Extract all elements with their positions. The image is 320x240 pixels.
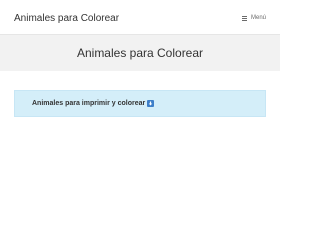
print-color-link[interactable]: Animales para imprimir y colorear (32, 99, 155, 109)
menu-label: Menú (250, 15, 266, 21)
down-arrow-icon (147, 100, 155, 107)
menu-button[interactable]: Menú (241, 14, 266, 22)
page-header: Animales para Colorear (0, 35, 280, 71)
site-title[interactable]: Animales para Colorear (14, 12, 119, 26)
print-color-link-label: Animales para imprimir y colorear (32, 99, 146, 107)
info-box: Animales para imprimir y colorear (14, 90, 266, 117)
hamburger-icon (241, 15, 247, 21)
page-title: Animales para Colorear (76, 46, 204, 60)
site-header: Animales para Colorear Menú (0, 0, 280, 35)
